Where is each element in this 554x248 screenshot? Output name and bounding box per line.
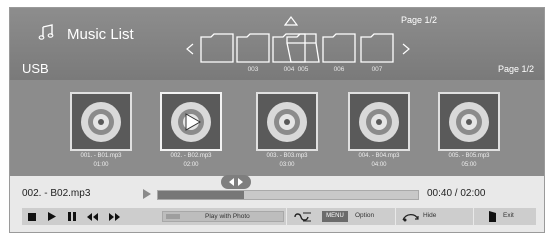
- hide-button[interactable]: Hide: [423, 212, 436, 219]
- exit-door-icon: [489, 211, 496, 222]
- file-thumbnail: [70, 92, 132, 151]
- file-thumbnail: [438, 92, 500, 151]
- file-item[interactable]: 004. - B04.mp3 04:00: [348, 92, 410, 169]
- file-name: 004. - B04.mp3: [358, 153, 400, 159]
- open-folder-icon: [286, 33, 320, 63]
- music-list-screen: Music List USB Page 1/2 Page 1/2 003 004…: [9, 7, 545, 233]
- folder-label: 006: [333, 66, 345, 73]
- seek-button[interactable]: [221, 175, 251, 189]
- play-with-photo-button[interactable]: Play with Photo: [162, 211, 284, 222]
- file-item[interactable]: 005. - B05.mp3 05:00: [438, 92, 500, 169]
- file-page-indicator: Page 1/2: [497, 64, 534, 74]
- time-display: 00:40 / 02:00: [427, 188, 486, 199]
- music-note-icon: [38, 24, 54, 40]
- folder-label: 003: [247, 66, 259, 73]
- file-duration: 03:00: [279, 162, 295, 168]
- cd-icon: [449, 101, 489, 142]
- control-bar: Play with Photo MENU Option Hide Exit: [22, 208, 536, 225]
- folder-icon: [236, 33, 270, 63]
- rewind-icon: [86, 212, 98, 221]
- file-thumbnail: [160, 92, 222, 151]
- stop-button[interactable]: [22, 208, 42, 225]
- energy-saving-icon[interactable]: [294, 212, 312, 222]
- folder-icon: [200, 33, 234, 63]
- player-panel: 002. - B02.mp3 00:40 / 02:00 Play with P…: [10, 175, 544, 232]
- file-list: 001. - B01.mp3 01:00 002. - B02.mp3 02:0…: [10, 80, 544, 176]
- folder-icon: [322, 33, 356, 63]
- play-with-photo-label: Play with Photo: [205, 213, 250, 220]
- folder-icon: [360, 33, 394, 63]
- folder-label: 007: [371, 66, 383, 73]
- menu-key-badge: MENU: [322, 211, 348, 222]
- file-name: 003. - B03.mp3: [266, 153, 308, 159]
- play-with-photo-swatch: [166, 214, 180, 219]
- pause-icon: [68, 212, 76, 221]
- file-duration: 01:00: [93, 162, 109, 168]
- pause-button[interactable]: [62, 208, 82, 225]
- source-label: USB: [22, 61, 49, 76]
- play-indicator-icon: [143, 189, 151, 199]
- file-name: 002. - B02.mp3: [170, 153, 212, 159]
- stop-icon: [28, 212, 36, 221]
- file-duration: 04:00: [371, 162, 387, 168]
- play-button[interactable]: [42, 208, 62, 225]
- rewind-button[interactable]: [82, 208, 102, 225]
- file-duration: 02:00: [183, 162, 199, 168]
- progress-bar[interactable]: [157, 190, 419, 200]
- seek-arrows-icon: [229, 178, 243, 186]
- folder-browser-header: Music List USB Page 1/2 Page 1/2 003 004…: [10, 8, 544, 80]
- page-title: Music List: [67, 26, 134, 43]
- folder-page-indicator: Page 1/2: [401, 15, 438, 25]
- file-item[interactable]: 001. - B01.mp3 01:00: [70, 92, 132, 169]
- folder-label: 005: [297, 66, 309, 73]
- divider: [395, 208, 396, 225]
- divider: [286, 208, 287, 225]
- folder-next-arrow-icon[interactable]: [402, 43, 410, 55]
- file-thumbnail: [256, 92, 318, 151]
- cd-icon: [359, 101, 399, 142]
- file-name: 005. - B05.mp3: [448, 153, 490, 159]
- progress-bar-fill: [158, 191, 244, 199]
- cd-icon: [171, 101, 211, 142]
- fast-forward-icon: [108, 212, 120, 221]
- cd-icon: [81, 101, 121, 142]
- cd-icon: [267, 101, 307, 142]
- file-thumbnail: [348, 92, 410, 151]
- play-icon: [48, 212, 56, 221]
- divider: [473, 208, 474, 225]
- folder-up-arrow-icon[interactable]: [284, 16, 298, 26]
- file-duration: 05:00: [461, 162, 477, 168]
- file-name: 001. - B01.mp3: [80, 153, 122, 159]
- option-button[interactable]: Option: [355, 212, 374, 219]
- file-item[interactable]: 003. - B03.mp3 03:00: [256, 92, 318, 169]
- exit-button[interactable]: Exit: [503, 212, 514, 219]
- fast-forward-button[interactable]: [104, 208, 124, 225]
- folder-prev-arrow-icon[interactable]: [186, 43, 194, 55]
- hide-icon: [402, 214, 419, 222]
- file-item-playing[interactable]: 002. - B02.mp3 02:00: [160, 92, 222, 169]
- current-track-name: 002. - B02.mp3: [22, 188, 91, 199]
